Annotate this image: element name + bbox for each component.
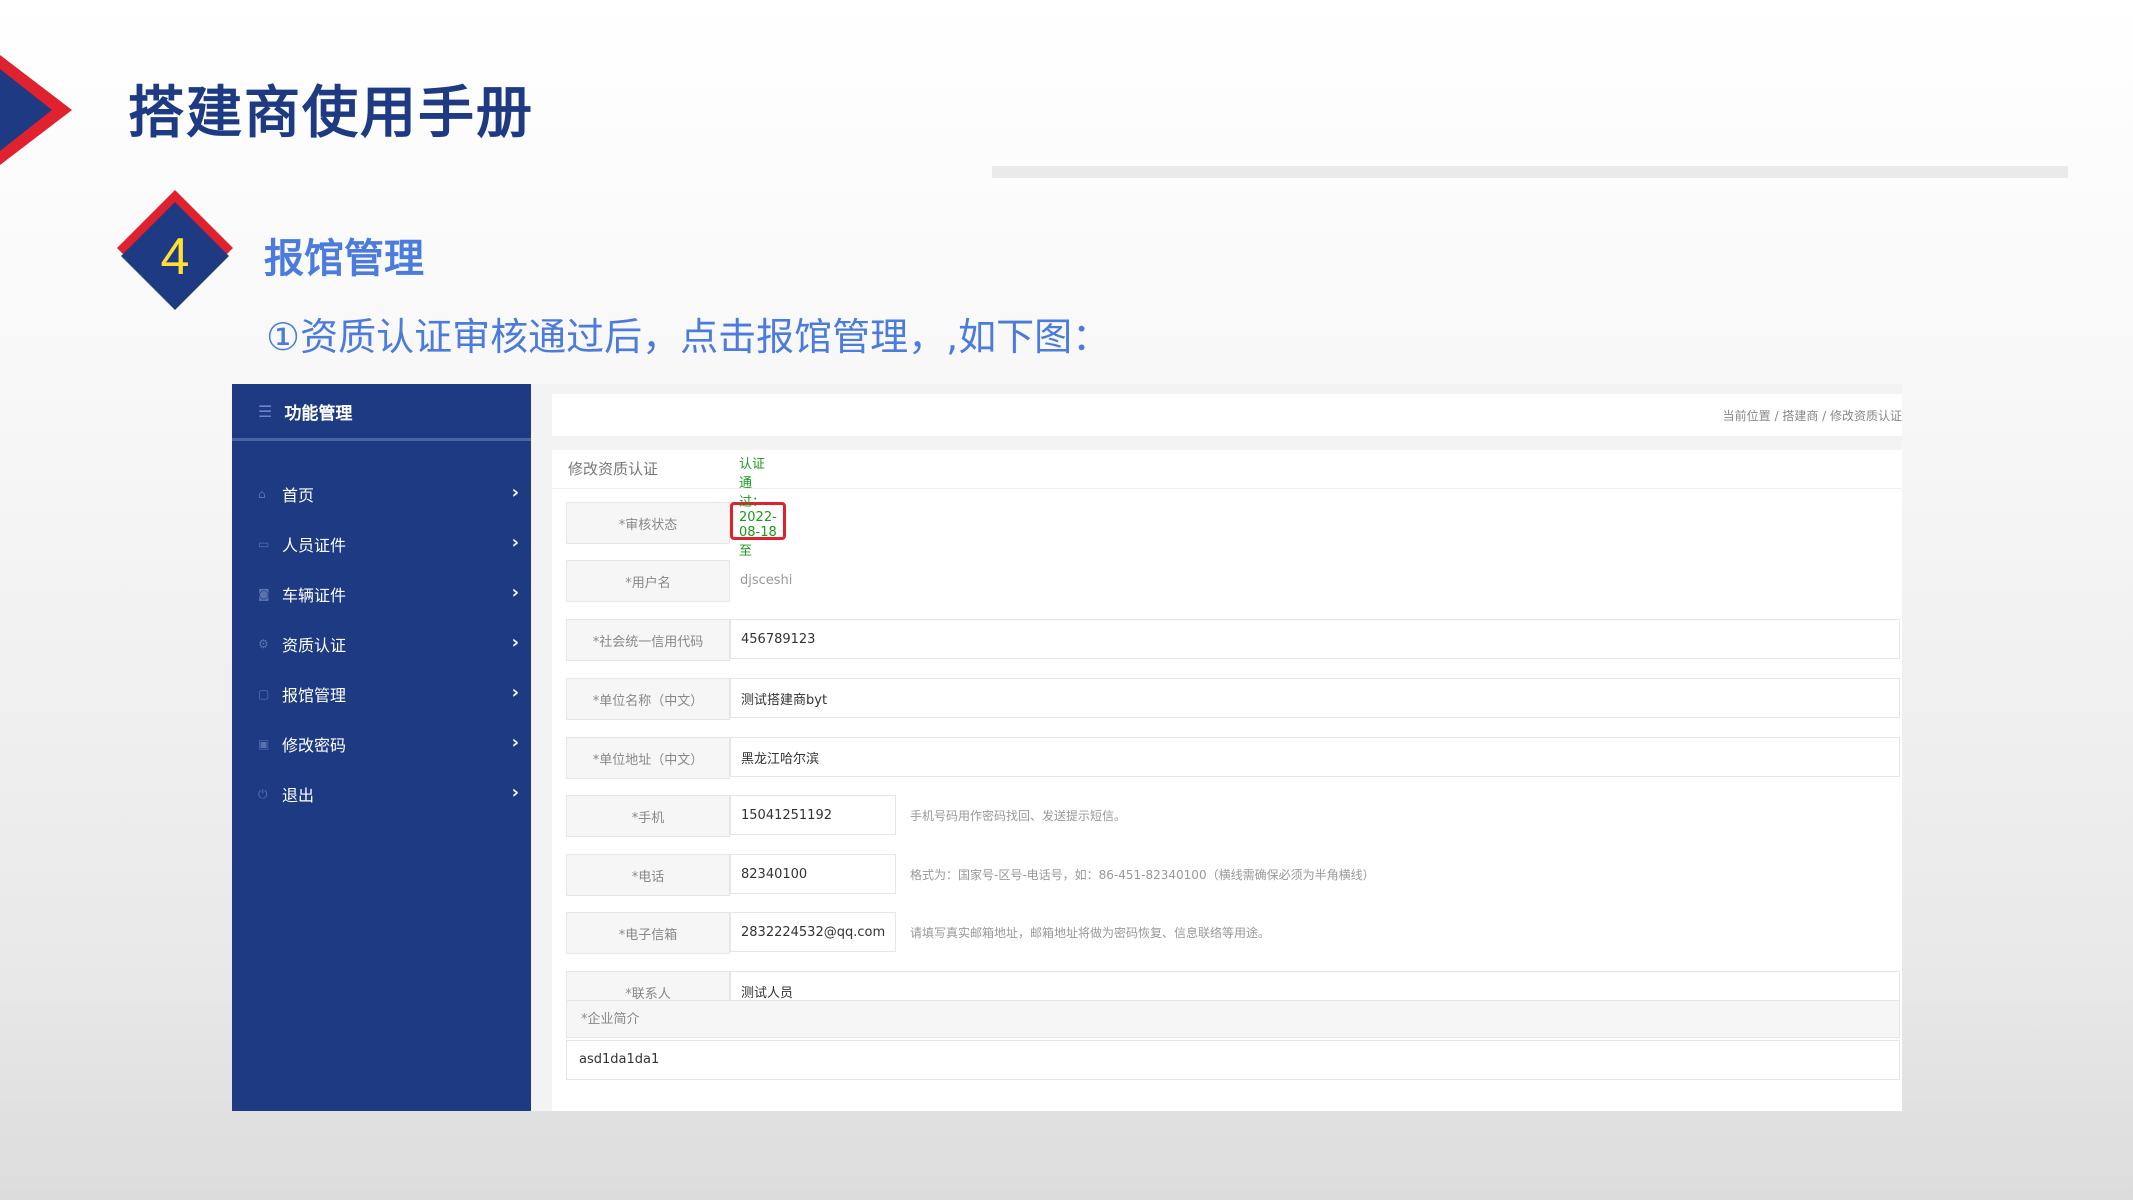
instruction-text: ①资质认证审核通过后，点击报馆管理，,如下图：	[266, 315, 1111, 359]
chevron-right-icon: ›	[511, 532, 519, 553]
phone-hint: 格式为：国家号-区号-电话号，如：86-451-82340100（横线需确保必须…	[910, 868, 1375, 882]
mobile-hint: 手机号码用作密码找回、发送提示短信。	[910, 809, 1127, 823]
sidebar-item-label: 退出	[282, 786, 315, 805]
app-window: ☰ 功能管理 ⌂ 首页 › ▭ 人员证件 › ◙ 车辆证件 › ⚙ 资质认证 ›…	[232, 384, 1902, 1111]
sidebar-item-label: 人员证件	[282, 536, 347, 555]
audit-status-value: 认证通过：2022-08-18至2022-08-19	[730, 457, 786, 589]
field-label: *电子信箱	[566, 912, 730, 954]
field-label: *用户名	[566, 560, 730, 602]
sidebar-item-qualification[interactable]: ⚙ 资质认证 ›	[232, 619, 531, 669]
home-icon: ⌂	[258, 487, 266, 501]
company-address-input[interactable]: 黑龙江哈尔滨	[730, 737, 1900, 777]
sidebar-item-booth-management[interactable]: ▢ 报馆管理 ›	[232, 669, 531, 719]
sidebar-menu: ⌂ 首页 › ▭ 人员证件 › ◙ 车辆证件 › ⚙ 资质认证 › ▢ 报馆管理	[232, 469, 531, 819]
chevron-right-icon: ›	[511, 782, 519, 803]
phone-input[interactable]: 82340100	[730, 854, 896, 894]
breadcrumb-bar: 当前位置 / 搭建商 / 修改资质认证	[552, 394, 1902, 436]
chevron-right-icon: ›	[511, 482, 519, 503]
field-label: *单位名称（中文）	[566, 678, 730, 720]
email-input[interactable]: 2832224532@qq.com	[730, 912, 896, 952]
sidebar-item-staff-certificates[interactable]: ▭ 人员证件 ›	[232, 519, 531, 569]
slide-title: 搭建商使用手册	[128, 81, 534, 146]
sidebar-item-label: 报馆管理	[282, 686, 347, 705]
field-label: *电话	[566, 854, 730, 896]
title-divider	[992, 166, 2068, 178]
company-intro-textarea[interactable]: asd1da1da1	[566, 1040, 1900, 1080]
company-intro-label: *企业简介	[566, 1000, 1900, 1038]
corner-arrow-decoration	[0, 55, 72, 165]
car-icon: ◙	[258, 587, 270, 601]
sidebar-header: ☰ 功能管理	[232, 384, 531, 441]
sidebar-item-label: 车辆证件	[282, 586, 347, 605]
power-icon: ⏻	[258, 786, 268, 801]
main-content: 当前位置 / 搭建商 / 修改资质认证 修改资质认证 *审核状态 认证通过：20…	[552, 394, 1902, 1111]
field-label: *手机	[566, 795, 730, 837]
gear-icon: ⚙	[258, 637, 269, 651]
sidebar-item-vehicle-certificates[interactable]: ◙ 车辆证件 ›	[232, 569, 531, 619]
field-label: *单位地址（中文）	[566, 737, 730, 779]
section-title: 报馆管理	[264, 236, 424, 282]
chevron-right-icon: ›	[511, 732, 519, 753]
breadcrumb: 当前位置 / 搭建商 / 修改资质认证	[1722, 409, 1902, 423]
mobile-input[interactable]: 15041251192	[730, 795, 896, 835]
field-label: *审核状态	[566, 502, 730, 544]
username-value: djsceshi	[730, 560, 1030, 600]
list-icon: ☰	[258, 401, 273, 421]
chevron-right-icon: ›	[511, 582, 519, 603]
email-hint: 请填写真实邮箱地址，邮箱地址将做为密码恢复、信息联络等用途。	[910, 926, 1271, 940]
sidebar-item-label: 资质认证	[282, 636, 347, 655]
section-number: 4	[161, 228, 190, 286]
sidebar-item-label: 首页	[282, 486, 315, 505]
sidebar: ☰ 功能管理 ⌂ 首页 › ▭ 人员证件 › ◙ 车辆证件 › ⚙ 资质认证 ›…	[232, 384, 531, 1111]
field-label: *社会统一信用代码	[566, 619, 730, 661]
lock-icon: ▣	[258, 737, 270, 751]
company-name-input[interactable]: 测试搭建商byt	[730, 678, 1900, 718]
folder-icon: ▢	[258, 687, 270, 701]
sidebar-item-logout[interactable]: ⏻ 退出 ›	[232, 769, 531, 819]
section-number-badge: 4	[117, 190, 233, 310]
sidebar-header-label: 功能管理	[284, 403, 353, 424]
sidebar-item-label: 修改密码	[282, 736, 347, 755]
sidebar-item-change-password[interactable]: ▣ 修改密码 ›	[232, 719, 531, 769]
chevron-right-icon: ›	[511, 632, 519, 653]
qualification-form-panel: 修改资质认证 *审核状态 认证通过：2022-08-18至2022-08-19 …	[552, 450, 1902, 1111]
sidebar-item-home[interactable]: ⌂ 首页 ›	[232, 469, 531, 519]
id-card-icon: ▭	[258, 537, 270, 551]
credit-code-input[interactable]: 456789123	[730, 619, 1900, 659]
chevron-right-icon: ›	[511, 682, 519, 703]
